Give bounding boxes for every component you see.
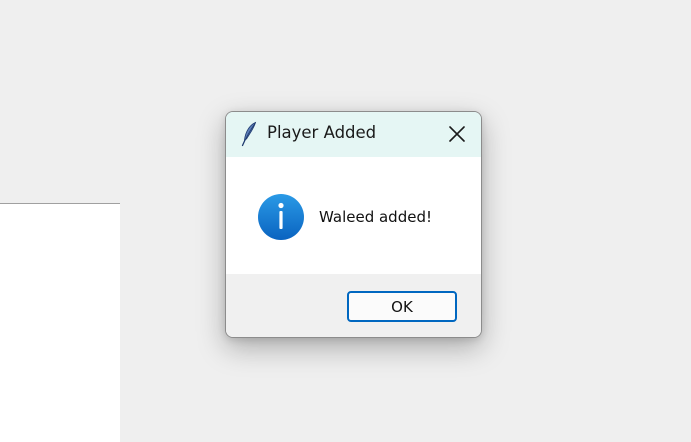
dialog-footer: OK [226, 274, 481, 337]
message-dialog: Player Added Waleed added! OK [225, 111, 482, 338]
feather-icon [241, 121, 257, 147]
dialog-title: Player Added [267, 123, 377, 142]
background-window-panel [0, 203, 120, 442]
info-icon [258, 194, 304, 240]
close-icon[interactable] [443, 120, 471, 148]
dialog-titlebar[interactable]: Player Added [226, 112, 481, 157]
dialog-content: Waleed added! [226, 157, 481, 274]
dialog-message: Waleed added! [319, 208, 432, 226]
ok-button[interactable]: OK [347, 291, 457, 322]
